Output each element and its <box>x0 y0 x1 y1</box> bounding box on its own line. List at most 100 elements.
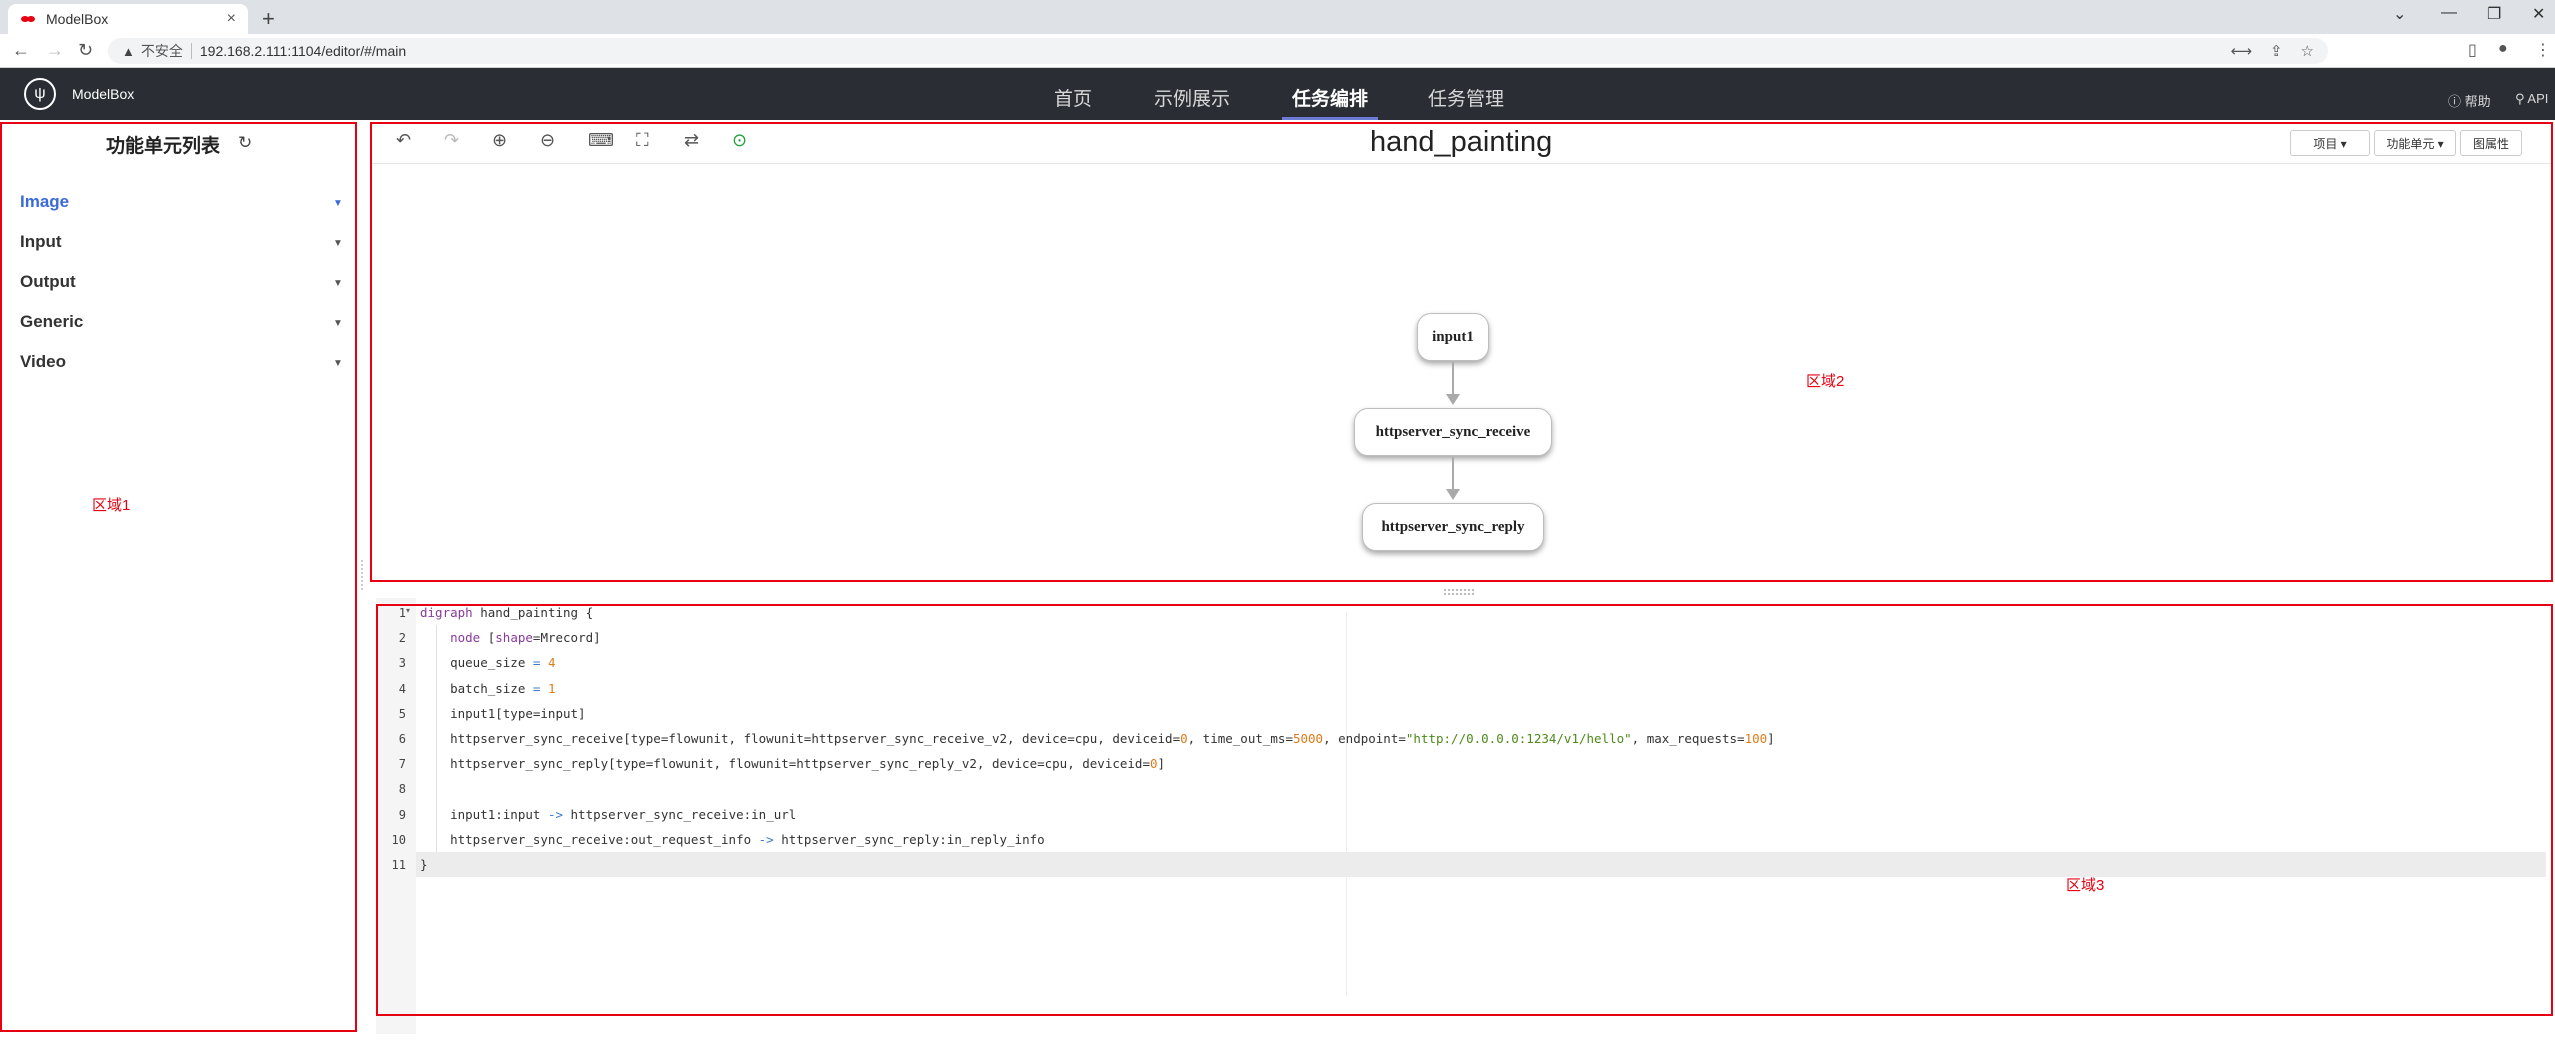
code-line[interactable]: 5 input1[type=input] <box>399 701 2546 726</box>
nav-examples[interactable]: 示例展示 <box>1154 84 1230 111</box>
code-line[interactable]: 6 httpserver_sync_receive[type=flowunit,… <box>399 726 2546 751</box>
refresh-icon[interactable]: ↻ <box>238 133 252 153</box>
code-text: batch_size = 1 <box>420 680 556 696</box>
redo-icon[interactable]: ↷ <box>444 130 459 151</box>
code-line[interactable]: 9 input1:input -> httpserver_sync_receiv… <box>399 802 2546 827</box>
code-line[interactable]: 7 httpserver_sync_reply[type=flowunit, f… <box>399 751 2546 776</box>
bookmark-star-icon[interactable]: ☆ <box>2301 42 2314 60</box>
flowunit-panel <box>0 122 357 1032</box>
category-input[interactable]: Input <box>20 232 62 252</box>
minimize-icon[interactable]: — <box>2441 4 2457 22</box>
browser-tab-strip: ModelBox × + ⌄ — ❐ ✕ <box>0 0 2555 34</box>
profile-icon[interactable]: ● <box>2498 40 2508 58</box>
active-nav-underline <box>1282 117 1378 120</box>
graph-node-httpserver-sync-reply[interactable]: httpserver_sync_reply <box>1362 503 1544 551</box>
line-number: 7 <box>398 757 406 772</box>
fit-view-icon[interactable]: ⛶ <box>636 130 649 151</box>
url-text: 192.168.2.111:1104/editor/#/main <box>199 43 407 59</box>
code-line[interactable]: 11} <box>392 852 2546 877</box>
code-text: queue_size = 4 <box>420 655 556 671</box>
restore-icon[interactable]: ❐ <box>2487 4 2501 24</box>
region-label-2: 区域2 <box>1806 373 1845 390</box>
app-brand[interactable]: ModelBox <box>72 86 134 102</box>
graph-title: hand_painting <box>1370 126 1553 158</box>
graph-edge <box>1452 457 1454 491</box>
region-label-3: 区域3 <box>2066 877 2105 894</box>
zoom-out-icon[interactable]: ⊖ <box>540 130 555 151</box>
browser-tab[interactable]: ModelBox × <box>8 4 248 34</box>
code-line[interactable]: 3 queue_size = 4 <box>399 650 2546 675</box>
help-link[interactable]: ⓘ 帮助 <box>2448 91 2491 110</box>
swap-layout-icon[interactable]: ⇄ <box>684 130 699 151</box>
chevron-down-icon[interactable]: ▼ <box>333 318 343 329</box>
code-line[interactable]: 1 digraph hand_painting { <box>399 600 2546 625</box>
code-line[interactable]: 2 node [shape=Mrecord] <box>399 625 2546 650</box>
url-divider <box>190 43 192 59</box>
run-icon[interactable]: ⊙ <box>732 130 747 151</box>
code-text: httpserver_sync_reply[type=flowunit, flo… <box>420 756 1166 772</box>
category-video[interactable]: Video <box>20 352 66 372</box>
help-label: 帮助 <box>2464 94 2491 109</box>
indent-guide <box>436 625 437 852</box>
line-number: 10 <box>391 832 406 847</box>
tab-search-icon[interactable]: ⌄ <box>2393 4 2406 24</box>
region-label-1: 区域1 <box>92 497 131 514</box>
keyboard-icon[interactable]: ⌨ <box>588 130 614 151</box>
code-text: httpserver_sync_receive:out_request_info… <box>420 831 1045 847</box>
modelbox-favicon-icon <box>21 16 35 22</box>
code-line[interactable]: 4 batch_size = 1 <box>399 676 2546 701</box>
line-number: 8 <box>398 782 406 797</box>
api-link[interactable]: ⚲ API <box>2515 91 2548 107</box>
line-number: 5 <box>398 706 406 721</box>
graph-node-httpserver-sync-receive[interactable]: httpserver_sync_receive <box>1354 408 1552 456</box>
line-number: 6 <box>398 732 406 746</box>
project-dropdown[interactable]: 项目 ▾ <box>2290 130 2370 156</box>
code-line[interactable]: 10 httpserver_sync_receive:out_request_i… <box>392 827 2546 852</box>
graph-node-input1[interactable]: input1 <box>1417 313 1489 361</box>
forward-icon[interactable]: → <box>46 40 64 61</box>
line-number: 3 <box>398 656 406 671</box>
api-label: API <box>2527 91 2549 106</box>
chevron-down-icon[interactable]: ▼ <box>333 278 343 289</box>
code-text: httpserver_sync_receive[type=flowunit, f… <box>420 731 1775 746</box>
nav-task-management[interactable]: 任务管理 <box>1428 84 1504 111</box>
tab-close-icon[interactable]: × <box>227 10 236 28</box>
side-panel-icon[interactable]: ▯ <box>2468 40 2477 60</box>
category-generic[interactable]: Generic <box>20 312 83 332</box>
category-image[interactable]: Image <box>20 192 69 212</box>
flowunit-dropdown[interactable]: 功能单元 ▾ <box>2374 130 2456 156</box>
chevron-down-icon[interactable]: ▼ <box>333 358 343 369</box>
undo-icon[interactable]: ↶ <box>396 130 411 151</box>
insecure-label: 不安全 <box>140 43 183 59</box>
browser-menu-icon[interactable]: ⋮ <box>2535 40 2551 60</box>
chevron-down-icon[interactable]: ▼ <box>333 238 343 249</box>
code-text: input1:input -> httpserver_sync_receive:… <box>420 806 797 822</box>
code-text: digraph hand_painting { <box>420 605 594 620</box>
fold-toggle-icon[interactable]: ▾ <box>406 606 410 615</box>
code-text: input1[type=input] <box>420 705 586 721</box>
edge-arrow-icon <box>1446 489 1460 500</box>
tab-title: ModelBox <box>46 11 109 27</box>
category-output[interactable]: Output <box>20 272 76 292</box>
flowunit-list-title: 功能单元列表 <box>106 136 221 157</box>
code-text: } <box>420 857 428 872</box>
warning-icon: ▲ <box>122 43 135 59</box>
chevron-down-icon[interactable]: ▼ <box>333 198 343 209</box>
new-tab-icon[interactable]: + <box>262 6 275 32</box>
nav-task-orchestration[interactable]: 任务编排 <box>1292 84 1368 111</box>
code-line[interactable]: 8 <box>399 776 2546 801</box>
window-close-icon[interactable]: ✕ <box>2532 4 2545 24</box>
horizontal-splitter[interactable] <box>1444 589 1474 595</box>
line-number: 1 <box>398 606 406 620</box>
reload-icon[interactable]: ↻ <box>78 40 93 61</box>
modelbox-logo-icon[interactable]: ψ <box>24 78 56 110</box>
vertical-splitter[interactable] <box>361 560 365 590</box>
zoom-in-icon[interactable]: ⊕ <box>492 130 507 151</box>
url-field[interactable]: ▲ 不安全 192.168.2.111:1104/editor/#/main ⟷… <box>108 38 2328 64</box>
graph-properties-button[interactable]: 图属性 <box>2460 130 2522 156</box>
back-icon[interactable]: ← <box>12 40 30 61</box>
nav-home[interactable]: 首页 <box>1054 84 1092 111</box>
app-header: ψ ModelBox 首页 示例展示 任务编排 任务管理 ⓘ 帮助 ⚲ API <box>0 68 2555 120</box>
translate-icon[interactable]: ⟷ <box>2230 42 2252 60</box>
share-icon[interactable]: ⇪ <box>2270 42 2283 60</box>
